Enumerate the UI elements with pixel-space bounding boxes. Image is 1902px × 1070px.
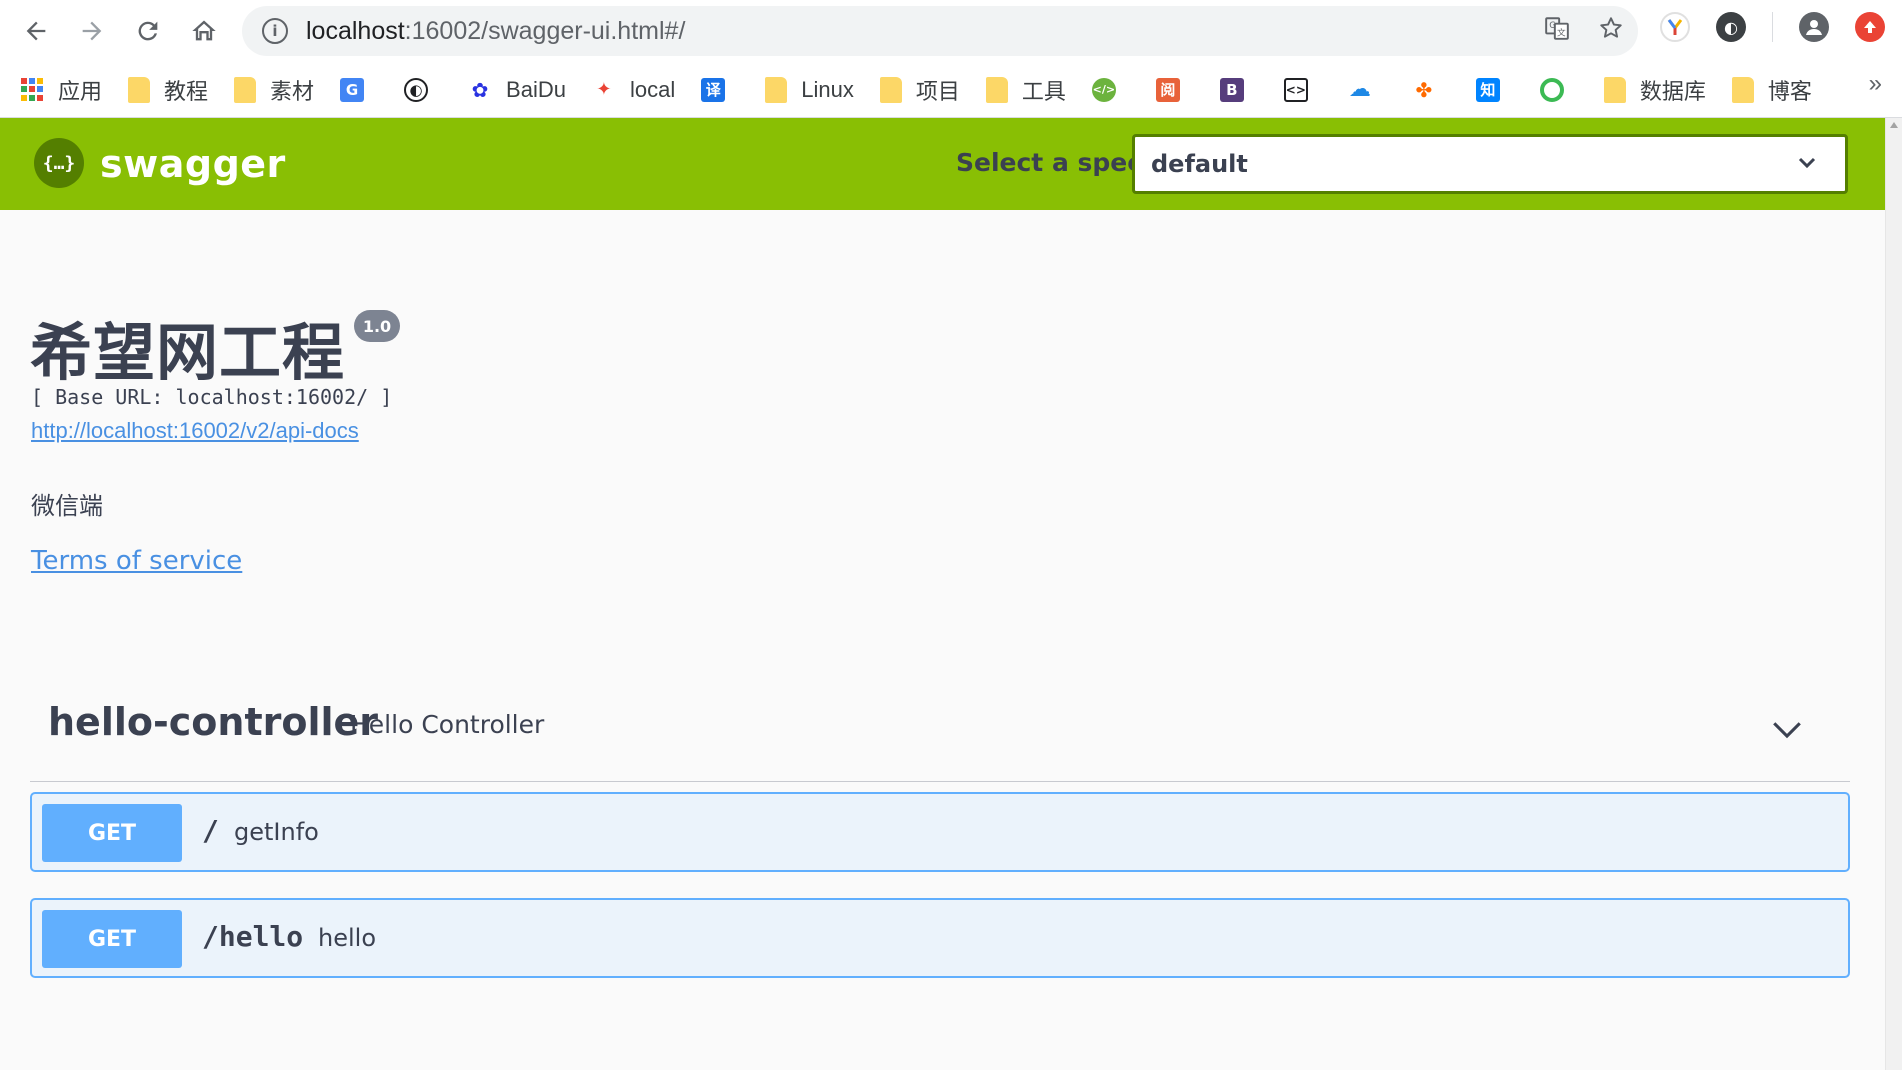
translate-icon: 译 [701, 77, 726, 102]
operation-path: /hello [202, 920, 304, 953]
page-scrollbar[interactable] [1885, 118, 1902, 1070]
folder-icon [765, 76, 788, 103]
bootstrap-icon: B [1219, 77, 1244, 102]
bookmark-baidu[interactable]: ✿ BaiDu [468, 70, 566, 110]
bookmark-folder-projects[interactable]: 项目 [879, 70, 960, 110]
bookmarks-bar: 应用 教程 素材 G ◐ ✿ BaiDu ✦ local 译 Linux 项目 工具… [0, 62, 1902, 118]
swagger-topbar: {…} swagger Select a spec default [0, 118, 1885, 210]
base-url: [ Base URL: localhost:16002/ ] [31, 385, 393, 409]
api-description: 微信端 [31, 492, 103, 520]
pinwheel-icon: ✦ [591, 77, 616, 102]
api-docs-link[interactable]: http://localhost:16002/v2/api-docs [31, 418, 359, 444]
terms-of-service-link[interactable]: Terms of service [31, 546, 242, 576]
scroll-up-icon[interactable] [1890, 122, 1898, 128]
home-button[interactable] [176, 0, 232, 62]
swagger-logo-icon[interactable]: {…} [34, 138, 84, 188]
forward-arrow-icon [82, 21, 102, 41]
folder-icon [985, 76, 1008, 103]
bookmark-cloud[interactable]: ☁ [1347, 70, 1386, 110]
dark-reader-extension-icon[interactable]: ◐ [1716, 12, 1746, 42]
spec-select[interactable]: default [1132, 134, 1848, 194]
folder-icon [1603, 76, 1626, 103]
bookmark-folder-materials[interactable]: 素材 [234, 70, 314, 110]
toolbar-divider [1772, 12, 1773, 42]
bookmark-ring[interactable] [1539, 70, 1578, 110]
svg-text:文: 文 [1557, 26, 1566, 38]
translate-page-icon[interactable]: 文G [1544, 15, 1570, 48]
select-spec-label: Select a spec [956, 148, 1143, 177]
bookmark-google-translate[interactable]: G [340, 70, 378, 110]
reload-icon [138, 21, 158, 41]
circle-logo-icon: ◐ [404, 77, 429, 102]
folder-icon [128, 76, 151, 103]
bookmark-folder-database[interactable]: 数据库 [1603, 70, 1706, 110]
folder-icon [234, 76, 257, 103]
api-title: 希望网工程 [30, 316, 346, 389]
spec-select-value: default [1151, 150, 1248, 178]
back-arrow-icon [26, 21, 46, 41]
baidu-paw-icon: ✿ [468, 77, 493, 102]
tag-section-header[interactable]: hello-controller Hello Controller [30, 690, 1850, 782]
reload-button[interactable] [120, 0, 176, 62]
bookmark-bootstrap[interactable]: B [1219, 70, 1258, 110]
bookmark-link[interactable]: <> [1283, 70, 1322, 110]
apps-grid-icon [20, 77, 44, 102]
operation-get-hello[interactable]: GET /hello hello [30, 898, 1850, 978]
version-badge: 1.0 [354, 310, 400, 342]
google-translate-icon: G [340, 77, 365, 102]
chevron-down-icon [1798, 157, 1816, 169]
bookmark-youdao[interactable]: 阅 [1155, 70, 1194, 110]
bookmark-apps[interactable]: 应用 [20, 70, 102, 110]
bookmark-folder-linux[interactable]: Linux [765, 70, 854, 110]
operation-path: / [202, 814, 219, 847]
bookmark-alibaba[interactable]: ✤ [1411, 70, 1450, 110]
method-badge: GET [42, 910, 182, 968]
ring-icon [1539, 77, 1564, 102]
operation-get-root[interactable]: GET / getInfo [30, 792, 1850, 872]
bookmark-local[interactable]: ✦ local [591, 70, 675, 110]
bookmark-zhihu[interactable]: 知 [1475, 70, 1514, 110]
bookmark-code[interactable]: </> [1091, 70, 1130, 110]
folder-icon [879, 76, 902, 103]
tag-name: hello-controller [48, 700, 379, 744]
star-bookmark-icon[interactable] [1598, 15, 1624, 48]
home-icon [192, 20, 216, 41]
cloud-icon: ☁ [1347, 77, 1372, 102]
bookmark-folder-blog[interactable]: 博客 [1731, 70, 1812, 110]
forward-button[interactable] [64, 0, 120, 62]
bookmarks-overflow-icon[interactable]: » [1869, 70, 1882, 98]
zhihu-icon: 知 [1475, 77, 1500, 102]
bookmark-circle-logo[interactable]: ◐ [404, 70, 442, 110]
site-info-icon[interactable]: i [262, 18, 288, 44]
address-bar[interactable]: i localhost:16002/swagger-ui.html#/ 文G [242, 6, 1638, 56]
browser-toolbar: i localhost:16002/swagger-ui.html#/ 文G ◐ [0, 0, 1902, 62]
chevron-down-icon[interactable] [1770, 712, 1804, 746]
tag-description: Hello Controller [350, 710, 545, 739]
swagger-logo-text[interactable]: swagger [100, 142, 286, 186]
bookmark-folder-tutorials[interactable]: 教程 [128, 70, 208, 110]
update-menu-icon[interactable] [1855, 12, 1885, 42]
yandex-extension-icon[interactable] [1660, 12, 1690, 42]
alibaba-icon: ✤ [1411, 77, 1436, 102]
link-icon: <> [1283, 77, 1308, 102]
operation-summary: hello [318, 924, 376, 952]
profile-avatar-icon[interactable] [1799, 12, 1829, 42]
url-text[interactable]: localhost:16002/swagger-ui.html#/ [306, 17, 685, 46]
bookmark-folder-tools[interactable]: 工具 [985, 70, 1066, 110]
youdao-icon: 阅 [1155, 77, 1180, 102]
folder-icon [1731, 76, 1754, 103]
code-icon: </> [1091, 77, 1116, 102]
bookmark-translate[interactable]: 译 [701, 70, 739, 110]
back-button[interactable] [8, 0, 64, 62]
operation-summary: getInfo [234, 818, 319, 846]
svg-text:G: G [1549, 21, 1556, 31]
method-badge: GET [42, 804, 182, 862]
